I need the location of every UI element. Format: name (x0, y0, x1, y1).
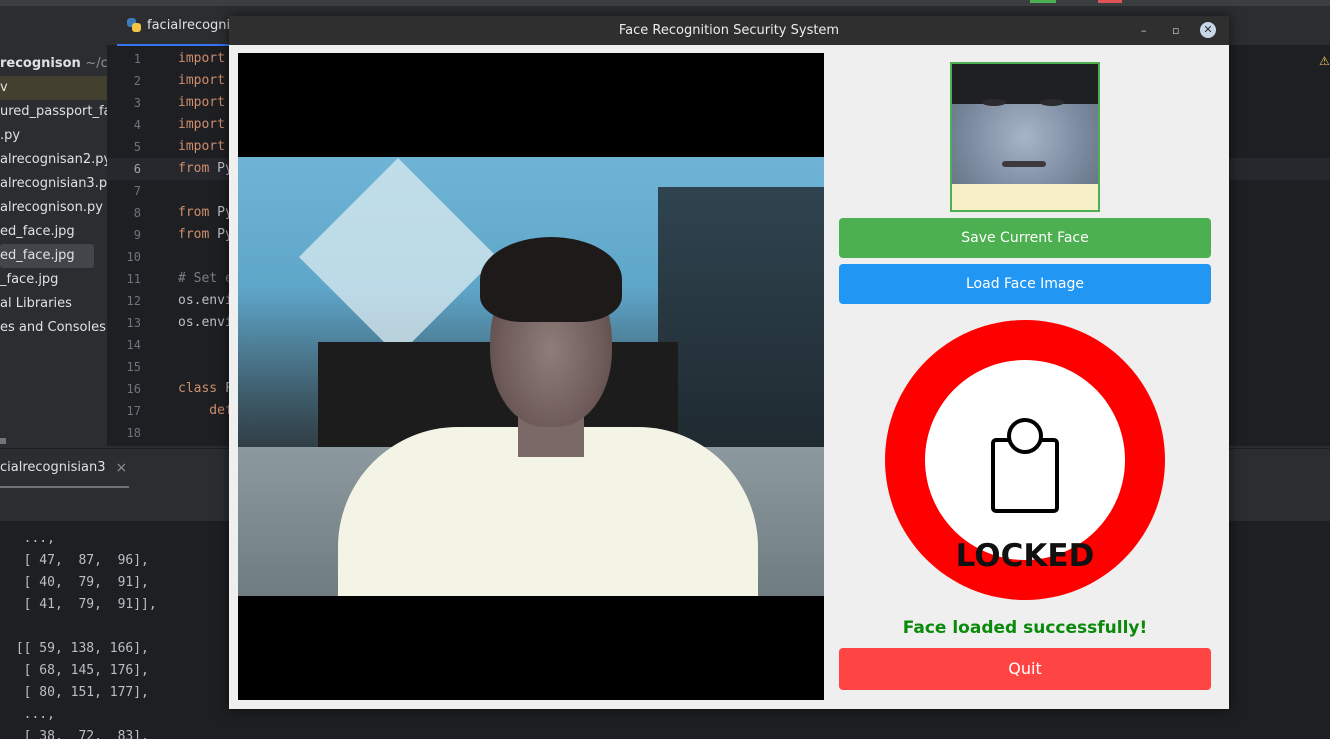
maximize-icon[interactable]: ▫ (1172, 16, 1179, 45)
project-item[interactable]: alrecognison.py (0, 196, 107, 220)
project-panel: recognison ~/code v ured_passport_fa .py… (0, 6, 107, 448)
project-root-label: recognison (0, 56, 81, 71)
code-line: import (178, 70, 225, 92)
line-number: 10 (126, 250, 141, 264)
status-message: Face loaded successfully! (902, 618, 1148, 638)
indicator-red (1098, 0, 1122, 3)
person-hair (480, 237, 622, 322)
line-number: 9 (133, 228, 141, 242)
code-keyword: def (178, 403, 233, 418)
code-line: import (178, 92, 225, 114)
project-item[interactable]: alrecognisian3.py (0, 172, 107, 196)
python-file-icon (127, 18, 141, 32)
project-root-path: ~/code (85, 56, 107, 71)
project-item[interactable]: alrecognisan2.py (0, 148, 107, 172)
line-number: 15 (126, 360, 141, 374)
console-line: ..., (8, 707, 55, 722)
camera-frame-image (238, 157, 824, 596)
code-keyword: import (178, 73, 225, 88)
project-item-venv[interactable]: v (0, 76, 107, 100)
code-line: from Py (178, 158, 233, 180)
console-line: [ 40, 79, 91], (8, 575, 149, 590)
code-line: os.envi (178, 293, 233, 308)
project-scrollbar[interactable] (0, 438, 6, 444)
project-item[interactable]: ed_face.jpg (0, 220, 107, 244)
line-number-gutter: 1 2 3 4 5 6 7 8 9 10 11 12 13 14 15 16 1… (107, 46, 165, 446)
thumb-eye (982, 99, 1006, 106)
code-line: import (178, 136, 225, 158)
code-keyword: from (178, 161, 210, 176)
line-number: 13 (126, 316, 141, 330)
close-icon[interactable]: ✕ (1200, 22, 1216, 38)
line-number: 1 (133, 52, 141, 66)
line-number: 14 (126, 338, 141, 352)
console-line: [ 41, 79, 91]], (8, 597, 157, 612)
code-keyword: import (178, 51, 225, 66)
line-number: 5 (133, 140, 141, 154)
window-title: Face Recognition Security System (618, 23, 840, 38)
project-item[interactable]: .py (0, 124, 107, 148)
console-line: [ 68, 145, 176], (8, 663, 149, 678)
warning-icon[interactable]: ⚠ (1319, 54, 1330, 68)
code-line: class F (178, 378, 233, 400)
line-number: 11 (126, 272, 141, 286)
line-number: 4 (133, 118, 141, 132)
code-comment: # Set e (178, 271, 233, 286)
project-item[interactable]: ured_passport_fa (0, 100, 107, 124)
line-number: 16 (126, 382, 141, 396)
code-line: os.envi (178, 315, 233, 330)
code-keyword: import (178, 117, 225, 132)
minimize-icon[interactable]: – (1141, 16, 1147, 45)
lock-status-inner: LOCKED (925, 360, 1125, 574)
indicator-green (1030, 0, 1056, 3)
line-number: 8 (133, 206, 141, 220)
background-kite (299, 158, 497, 356)
code-line: import (178, 114, 225, 136)
code-keyword: from (178, 227, 210, 242)
padlock-icon (991, 418, 1059, 513)
lock-status-indicator: LOCKED (885, 320, 1165, 600)
code-keyword: class (178, 381, 218, 396)
console-line: [ 80, 151, 177], (8, 685, 149, 700)
lock-state-label: LOCKED (955, 538, 1095, 574)
console-line: [ 47, 87, 96], (8, 553, 149, 568)
thumb-mustache (1002, 161, 1046, 167)
face-recognition-window: Face Recognition Security System – ▫ ✕ S… (229, 16, 1229, 709)
project-item-selected[interactable]: ed_face.jpg (0, 244, 94, 268)
close-icon[interactable]: × (115, 460, 127, 476)
thumb-eye (1040, 99, 1064, 106)
project-root[interactable]: recognison ~/code (0, 52, 107, 76)
console-line: ..., (8, 531, 55, 546)
load-face-image-button[interactable]: Load Face Image (839, 264, 1211, 304)
save-current-face-button[interactable]: Save Current Face (839, 218, 1211, 258)
line-number: 3 (133, 96, 141, 110)
editor-tab-label: facialrecognisi (147, 17, 241, 33)
line-number: 17 (126, 404, 141, 418)
code-keyword: from (178, 205, 210, 220)
thumb-hair (952, 64, 1098, 104)
line-number: 2 (133, 74, 141, 88)
code-keyword: import (178, 95, 225, 110)
window-titlebar[interactable]: Face Recognition Security System – ▫ ✕ (229, 16, 1229, 45)
project-item[interactable]: _face.jpg (0, 268, 107, 292)
line-number: 12 (126, 294, 141, 308)
run-tab[interactable]: cialrecognisian3 × (0, 449, 129, 489)
code-keyword: import (178, 139, 225, 154)
code-line: from Py (178, 202, 233, 224)
saved-face-thumbnail (950, 62, 1100, 212)
thumb-shirt (952, 184, 1098, 210)
project-item-external-libraries[interactable]: al Libraries (0, 292, 107, 316)
line-number: 6 (133, 162, 141, 176)
console-line: [[ 59, 138, 166], (8, 641, 149, 656)
line-number: 7 (133, 184, 141, 198)
quit-button[interactable]: Quit (839, 648, 1211, 690)
run-tab-label: cialrecognisian3 (0, 460, 106, 475)
code-line: from Py (178, 224, 233, 246)
line-number: 18 (126, 426, 141, 440)
code-line: import (178, 48, 225, 70)
project-item-scratches[interactable]: es and Consoles (0, 316, 107, 340)
camera-feed (238, 53, 824, 700)
console-line: [ 38, 72, 83], (8, 729, 149, 739)
